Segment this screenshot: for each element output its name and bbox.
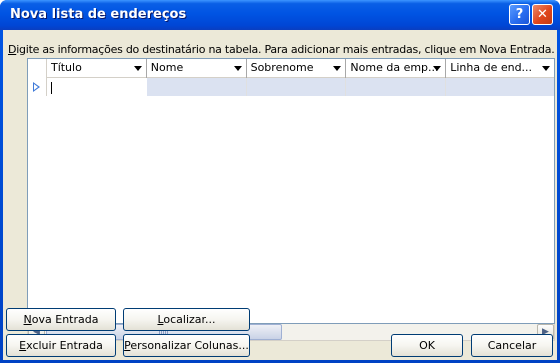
delete-entry-button[interactable]: Excluir Entrada	[6, 334, 116, 357]
find-button[interactable]: Localizar...	[123, 308, 250, 331]
ok-button[interactable]: OK	[391, 334, 463, 357]
cancel-button[interactable]: Cancelar	[471, 334, 553, 357]
dialog-body: Digite as informações do destinatário na…	[3, 30, 557, 360]
cell-nome-empresa[interactable]	[346, 78, 447, 96]
address-grid[interactable]: Título Nome Sobrenome Nome da emp... Lin…	[27, 58, 555, 324]
dropdown-arrow-icon[interactable]	[433, 66, 442, 71]
help-icon: ?	[515, 7, 524, 22]
header-corner	[28, 59, 47, 78]
help-button[interactable]: ?	[509, 4, 530, 25]
dropdown-arrow-icon[interactable]	[233, 66, 242, 71]
title-bar[interactable]: Nova lista de endereços ? ✕	[0, 0, 560, 30]
cell-titulo[interactable]	[46, 78, 147, 96]
dialog-window: Nova lista de endereços ? ✕ Digite as in…	[0, 0, 560, 363]
column-header-sobrenome[interactable]: Sobrenome	[247, 59, 347, 78]
grid-header: Título Nome Sobrenome Nome da emp... Lin…	[28, 59, 554, 78]
window-title: Nova lista de endereços	[10, 7, 187, 22]
close-button[interactable]: ✕	[532, 4, 553, 25]
dropdown-arrow-icon[interactable]	[333, 66, 342, 71]
cell-sobrenome[interactable]	[246, 78, 347, 96]
cell-linha-endereco[interactable]	[446, 78, 554, 96]
dropdown-arrow-icon[interactable]	[542, 66, 551, 71]
customize-columns-button[interactable]: Personalizar Colunas...	[123, 334, 250, 357]
text-cursor	[50, 82, 52, 94]
column-header-linha-endereco[interactable]: Linha de end...	[446, 59, 554, 78]
column-header-nome-empresa[interactable]: Nome da emp...	[346, 59, 447, 78]
table-row[interactable]	[28, 78, 554, 96]
close-icon: ✕	[537, 7, 548, 22]
current-row-icon	[28, 78, 47, 96]
cell-nome[interactable]	[146, 78, 247, 96]
new-entry-button[interactable]: Nova Entrada	[6, 308, 116, 331]
column-header-nome[interactable]: Nome	[147, 59, 247, 78]
column-header-titulo[interactable]: Título	[47, 59, 147, 78]
instruction-text: Digite as informações do destinatário na…	[8, 43, 555, 56]
dropdown-arrow-icon[interactable]	[133, 66, 142, 71]
